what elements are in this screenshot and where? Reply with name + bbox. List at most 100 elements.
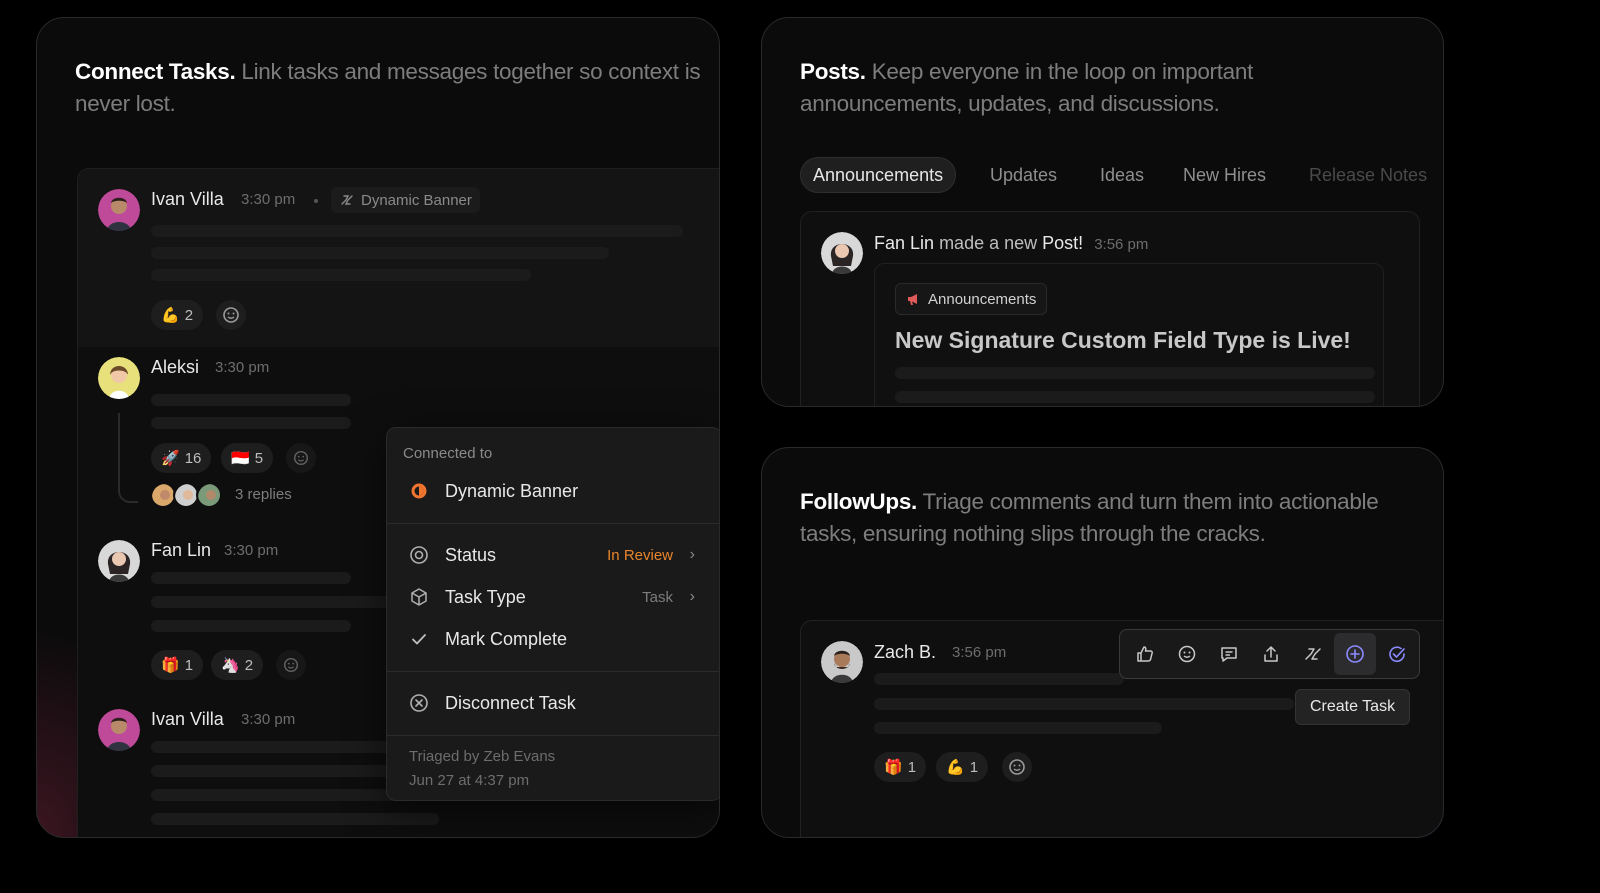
reaction-emoji: 💪 <box>161 307 180 324</box>
message-line-placeholder <box>151 394 351 406</box>
reaction-chip[interactable]: 🚀 16 <box>151 443 212 473</box>
post-time: 3:56 pm <box>1094 236 1149 253</box>
card-title: FollowUps. <box>800 489 917 514</box>
message-line-placeholder <box>874 673 1124 685</box>
followup-message-panel: Zach B. 3:56 pm 🎁 1 💪 1 Create Task <box>800 620 1443 837</box>
post-author[interactable]: Fan Lin <box>874 233 934 253</box>
card-subtitle: Keep everyone in the loop on important a… <box>800 59 1254 116</box>
message-line-placeholder <box>151 269 531 281</box>
reaction-chip[interactable]: 🎁 1 <box>151 650 204 680</box>
message-time: 3:56 pm <box>952 644 1007 661</box>
linked-task-tag[interactable]: Dynamic Banner <box>331 187 480 213</box>
posts-card: Posts. Keep everyone in the loop on impo… <box>761 17 1444 407</box>
add-reaction-button[interactable] <box>1166 633 1208 675</box>
tab-release-notes[interactable]: Release Notes <box>1309 157 1427 193</box>
avatar[interactable] <box>821 641 863 683</box>
posts-heading: Posts. Keep everyone in the loop on impo… <box>800 56 1380 120</box>
message-line-placeholder <box>151 247 609 259</box>
reaction-count: 2 <box>244 656 254 674</box>
message-time: 3:30 pm <box>241 711 296 728</box>
status-item[interactable]: Status In Review › <box>387 535 719 575</box>
avatar[interactable] <box>98 540 140 582</box>
tab-new-hires[interactable]: New Hires <box>1183 157 1266 193</box>
disconnect-task-item[interactable]: Disconnect Task <box>387 683 719 723</box>
post-card[interactable]: Announcements New Signature Custom Field… <box>874 263 1384 406</box>
reaction-chip[interactable]: 🇮🇩 5 <box>221 443 274 473</box>
comment-icon <box>1219 644 1239 664</box>
followup-button[interactable] <box>1376 633 1418 675</box>
disconnect-task-label: Disconnect Task <box>445 692 576 713</box>
post-line-placeholder <box>895 391 1375 403</box>
reaction-count: 1 <box>184 656 194 674</box>
avatar[interactable] <box>98 357 140 399</box>
task-type-item[interactable]: Task Type Task › <box>387 577 719 617</box>
message-time: 3:30 pm <box>241 191 296 208</box>
avatar <box>196 482 222 508</box>
message-author[interactable]: Ivan Villa <box>151 709 224 730</box>
post-line-placeholder <box>895 367 1375 379</box>
task-status-icon <box>409 481 429 501</box>
tab-announcements[interactable]: Announcements <box>800 157 957 193</box>
post-category-label: Announcements <box>928 290 1037 308</box>
tab-updates[interactable]: Updates <box>990 157 1057 193</box>
add-reaction-button[interactable] <box>1002 752 1032 782</box>
avatar[interactable] <box>98 709 140 751</box>
reaction-emoji: 🎁 <box>161 657 180 674</box>
message-author[interactable]: Zach B. <box>874 642 936 663</box>
tab-ideas[interactable]: Ideas <box>1100 157 1144 193</box>
reply-count[interactable]: 3 replies <box>235 486 292 503</box>
reaction-emoji: 🇮🇩 <box>231 450 250 467</box>
connected-task-label: Dynamic Banner <box>445 480 579 501</box>
linked-task-label: Dynamic Banner <box>361 191 472 209</box>
reaction-chip[interactable]: 🎁 1 <box>874 752 927 782</box>
reaction-chip[interactable]: 💪 2 <box>151 300 204 330</box>
card-title: Posts. <box>800 59 866 84</box>
task-context-menu: Connected to Dynamic Banner Status In Re… <box>386 427 719 801</box>
post-category-badge: Announcements <box>895 283 1048 315</box>
reply-avatars[interactable] <box>150 482 230 510</box>
followup-check-icon <box>1387 644 1407 664</box>
connect-tasks-heading: Connect Tasks. Link tasks and messages t… <box>75 56 719 120</box>
message-author[interactable]: Fan Lin <box>151 540 211 561</box>
create-task-button[interactable] <box>1334 633 1376 675</box>
message-line-placeholder <box>874 722 1162 734</box>
reply-button[interactable] <box>1208 633 1250 675</box>
create-task-icon <box>1345 644 1365 664</box>
post-headline: New Signature Custom Field Type is Live! <box>895 327 1351 353</box>
connected-task-item[interactable]: Dynamic Banner <box>387 471 719 511</box>
status-value: In Review <box>607 546 673 564</box>
post-preview[interactable]: Fan Lin made a new Post! 3:56 pm Announc… <box>800 211 1420 406</box>
message-line-placeholder <box>151 417 351 429</box>
reaction-count: 16 <box>184 449 202 467</box>
close-circle-icon <box>409 693 429 713</box>
chevron-right-icon: › <box>689 588 695 605</box>
reaction-count: 2 <box>184 306 194 324</box>
add-reaction-icon <box>292 449 310 467</box>
add-reaction-button[interactable] <box>216 300 246 330</box>
mark-complete-item[interactable]: Mark Complete <box>387 619 719 659</box>
add-reaction-button[interactable] <box>276 650 306 680</box>
add-reaction-icon <box>221 305 241 325</box>
create-task-tooltip: Create Task <box>1295 689 1411 725</box>
chat-message: Ivan Villa 3:30 pm Dynamic Banner 💪 2 <box>98 187 718 337</box>
add-reaction-button[interactable] <box>286 443 316 473</box>
avatar[interactable] <box>821 232 863 274</box>
triaged-date-text: Jun 27 at 4:37 pm <box>409 772 530 789</box>
message-line-placeholder <box>151 620 351 632</box>
cube-icon <box>409 587 429 607</box>
message-line-placeholder <box>874 698 1294 710</box>
like-button[interactable] <box>1124 633 1166 675</box>
post-object: Post! <box>1042 233 1084 253</box>
message-author[interactable]: Aleksi <box>151 357 199 378</box>
connect-task-button[interactable] <box>1292 633 1334 675</box>
reaction-count: 1 <box>907 758 917 776</box>
reaction-chip[interactable]: 🦄 2 <box>211 650 264 680</box>
reaction-chip[interactable]: 💪 1 <box>936 752 989 782</box>
reaction-emoji: 💪 <box>946 759 965 776</box>
avatar[interactable] <box>98 189 140 231</box>
share-button[interactable] <box>1250 633 1292 675</box>
connect-tasks-card: Connect Tasks. Link tasks and messages t… <box>36 17 720 838</box>
divider <box>387 735 719 736</box>
message-author[interactable]: Ivan Villa <box>151 189 224 210</box>
separator-dot <box>314 199 318 203</box>
